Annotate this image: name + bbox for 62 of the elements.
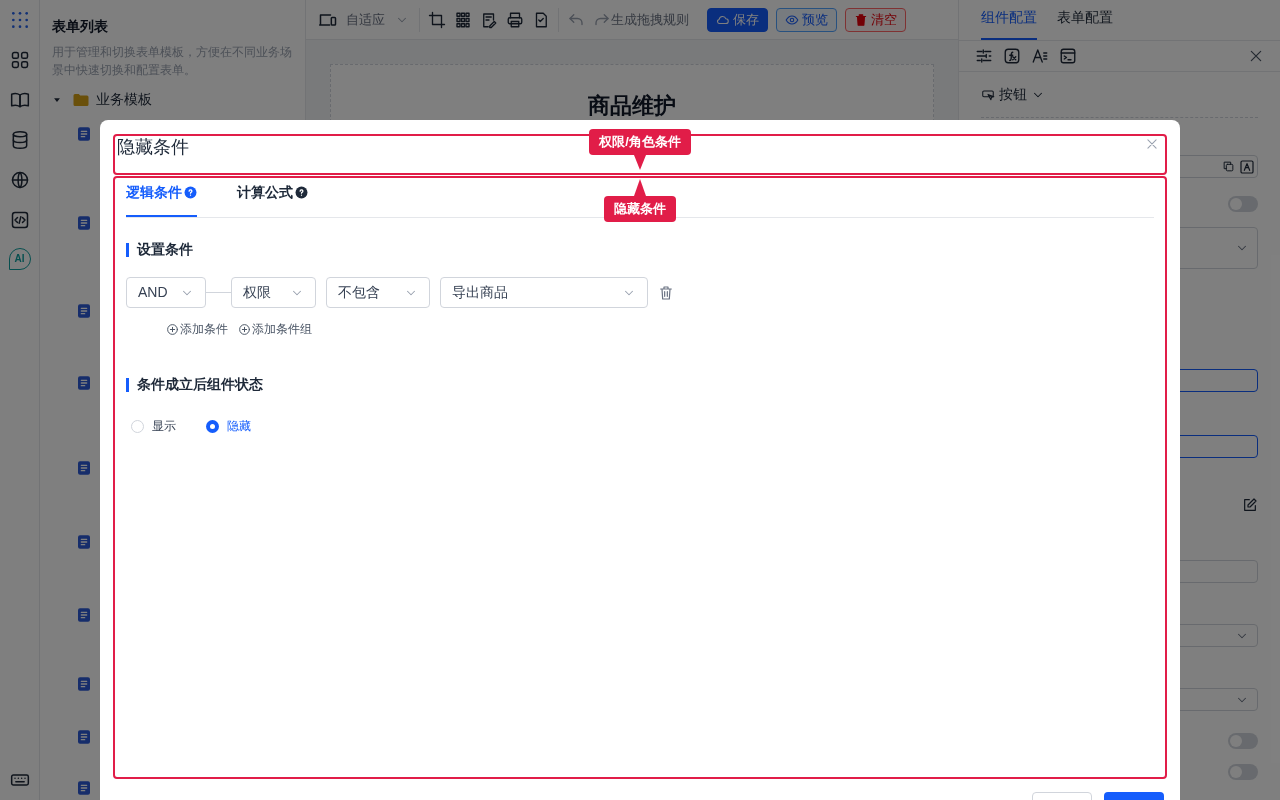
sidebar-title: 表单列表 <box>52 17 109 36</box>
panel-tab[interactable]: 组件配置 <box>981 7 1037 40</box>
panel-tab[interactable]: 表单配置 <box>1057 7 1113 40</box>
component-type-select[interactable]: 按钮 <box>981 84 1258 118</box>
value-select[interactable]: 导出商品 <box>440 277 648 308</box>
document-icon[interactable] <box>76 534 92 550</box>
plus-circle-icon <box>166 322 179 336</box>
dialog-title: 隐藏条件 <box>117 136 189 159</box>
document-icon[interactable] <box>76 215 92 231</box>
close-icon[interactable] <box>1248 48 1264 64</box>
radio-option[interactable]: 隐藏 <box>206 417 251 435</box>
eye-icon <box>785 12 799 27</box>
document-icon[interactable] <box>76 126 92 142</box>
document-icon[interactable] <box>76 460 92 476</box>
trash-icon <box>854 12 868 27</box>
edit-icon[interactable] <box>1242 497 1258 513</box>
sliders-icon[interactable] <box>975 47 993 65</box>
copy-icon <box>1222 160 1235 173</box>
globe-icon[interactable] <box>9 170 30 190</box>
toolbar-button[interactable]: 清空 <box>845 7 906 32</box>
document-icon[interactable] <box>76 607 92 623</box>
grid-icon[interactable] <box>454 10 472 29</box>
dialog-tab[interactable]: 逻辑条件 <box>126 182 197 217</box>
callout-label: 隐藏条件 <box>604 179 676 222</box>
text-style-icon[interactable] <box>1031 47 1049 65</box>
add-action-link[interactable]: 添加条件组 <box>238 320 312 338</box>
delete-icon[interactable] <box>658 284 674 301</box>
print-icon[interactable] <box>506 10 524 29</box>
form-title: 商品维护 <box>588 92 676 120</box>
grid-icon[interactable] <box>9 50 30 70</box>
section-heading: 条件成立后组件状态 <box>137 375 263 394</box>
operator-select[interactable]: 不包含 <box>326 277 430 308</box>
help-icon <box>295 186 308 199</box>
book-icon[interactable] <box>9 90 30 110</box>
code-icon[interactable] <box>9 210 30 230</box>
radio-option[interactable]: 显示 <box>131 417 176 435</box>
close-icon[interactable] <box>1145 137 1159 151</box>
document-icon[interactable] <box>76 676 92 692</box>
dialog-tab[interactable]: 计算公式 <box>237 182 308 217</box>
layout-select[interactable]: 自适应 <box>346 7 420 32</box>
apps-icon[interactable] <box>9 10 30 30</box>
edit-note-icon[interactable] <box>480 10 498 29</box>
button-icon <box>981 87 995 102</box>
callout-label: 权限/角色条件 <box>589 129 691 170</box>
document-icon[interactable] <box>76 780 92 796</box>
section-heading: 设置条件 <box>137 240 193 259</box>
plus-circle-icon <box>238 322 251 336</box>
tree-item[interactable]: 业务模板 <box>52 89 293 110</box>
toolbar-button[interactable]: 预览 <box>776 7 837 32</box>
document-icon[interactable] <box>76 729 92 745</box>
rule-link[interactable]: 生成拖拽规则 <box>593 9 689 30</box>
field-select[interactable]: 权限 <box>231 277 316 308</box>
crop-icon[interactable] <box>428 10 446 29</box>
document-icon[interactable] <box>76 303 92 319</box>
text-icon <box>1239 158 1255 175</box>
formula-icon[interactable] <box>1003 47 1021 65</box>
logic-select[interactable]: AND <box>126 277 206 308</box>
document-icon[interactable] <box>76 375 92 391</box>
help-icon <box>184 186 197 199</box>
terminal-icon[interactable] <box>1059 47 1077 65</box>
toolbar-button[interactable]: 保存 <box>707 7 768 32</box>
add-action-link[interactable]: 添加条件 <box>166 320 228 338</box>
